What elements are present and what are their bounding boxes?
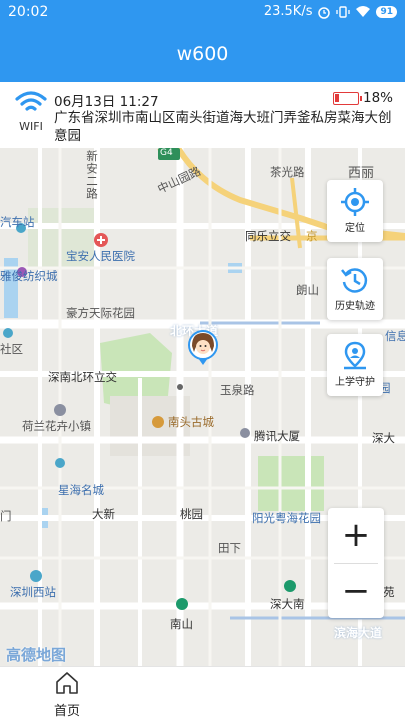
map-label-xinan: 新安二路 (85, 150, 99, 200)
tab-home[interactable]: 首页 (46, 671, 88, 719)
map-label-shendanan: 深大南 (270, 597, 305, 611)
map-label-hospital: 宝安人民医院 (66, 249, 135, 263)
wifi-indicator: WIFI (12, 90, 50, 146)
device-location-marker[interactable] (188, 330, 218, 366)
vibrate-icon (336, 5, 351, 18)
battery-icon (332, 91, 362, 105)
history-icon (341, 268, 368, 293)
bottom-tabbar: 首页 (0, 666, 405, 720)
map-view[interactable]: G4 新安二路 汽车站 中山园路 茶光路 西丽 宝安人民医院 同乐立交 京 雅俊… (0, 148, 405, 666)
map-label-shenda: 深大 (372, 431, 395, 445)
map-label-xinghai: 星海名城 (58, 483, 104, 497)
alarm-icon (318, 6, 331, 19)
zoom-in-button[interactable]: + (328, 508, 384, 562)
map-label-men: 门 (0, 509, 12, 523)
device-info-panel: WIFI 06月13日 11:27 18% 广东省深圳市南山区南头街道海大班门弄… (0, 82, 405, 148)
map-label-nanshan: 南山 (170, 617, 193, 631)
school-guard-label: 上学守护 (335, 377, 375, 388)
locate-label: 定位 (345, 223, 365, 234)
tab-home-label: 首页 (53, 704, 80, 719)
map-label-nantou: 南头古城 (168, 415, 214, 429)
map-label-xinxi: 信息 (385, 329, 405, 343)
map-label-shequ: 社区 (0, 342, 23, 356)
device-battery: 18% (332, 90, 393, 106)
device-address: 广东省深圳市南山区南头街道海大班门弄釜私房菜海大创意园 (54, 110, 392, 144)
map-label-daxin: 大新 (92, 507, 115, 521)
map-label-chezhan: 汽车站 (0, 215, 35, 229)
status-bar: 20:02 23.5K/s 91 (0, 0, 405, 26)
school-guard-icon (344, 341, 366, 370)
map-label-yuan: 苑 (383, 585, 395, 599)
home-icon (56, 672, 78, 694)
map-label-yajia: 雅俊纺织城 (0, 269, 58, 283)
battery-percent: 18% (362, 90, 393, 106)
map-label-shennan-beihuan: 深南北环立交 (48, 370, 117, 384)
update-datetime: 06月13日 11:27 (54, 94, 159, 110)
locate-icon (341, 188, 369, 216)
status-battery: 91 (376, 5, 397, 18)
map-label-haotian: 豪方天际花园 (66, 306, 135, 320)
wifi-icon (15, 91, 47, 111)
zoom-control: + − (328, 508, 384, 618)
map-label-tongle: 同乐立交 (245, 229, 291, 243)
map-label-tengxun: 腾讯大厦 (254, 429, 300, 443)
map-label-helan: 荷兰花卉小镇 (22, 419, 91, 433)
network-speed: 23.5K/s (263, 4, 313, 19)
map-label-xili: 西丽 (348, 166, 375, 181)
map-label-langshan: 朗山 (296, 283, 319, 297)
school-guard-button[interactable]: 上学守护 (327, 334, 383, 396)
map-label-tianxia: 田下 (218, 541, 241, 555)
map-label-shenzhen-west: 深圳西站 (10, 585, 56, 599)
map-label-yuquan: 玉泉路 (220, 383, 255, 397)
history-track-button[interactable]: 历史轨迹 (327, 258, 383, 320)
history-label: 历史轨迹 (335, 301, 375, 312)
map-label-yangguang: 阳光粤海花园 (252, 511, 321, 525)
map-provider-logo: 高德地图 (6, 646, 67, 664)
wifi-status-icon (356, 6, 371, 17)
locate-button[interactable]: 定位 (327, 180, 383, 242)
zoom-out-button[interactable]: − (328, 564, 384, 618)
map-label-binhai: 滨海大道 (334, 626, 383, 640)
map-label-taoyuan: 桃园 (180, 507, 203, 521)
status-time: 20:02 (8, 4, 49, 20)
map-label-jing: 京 (306, 229, 318, 243)
map-label-chaguang: 茶光路 (270, 165, 305, 179)
map-label-g4: G4 (160, 148, 173, 158)
page-title: w600 (0, 26, 405, 82)
wifi-label: WIFI (19, 120, 43, 133)
battery-fill (334, 93, 339, 102)
